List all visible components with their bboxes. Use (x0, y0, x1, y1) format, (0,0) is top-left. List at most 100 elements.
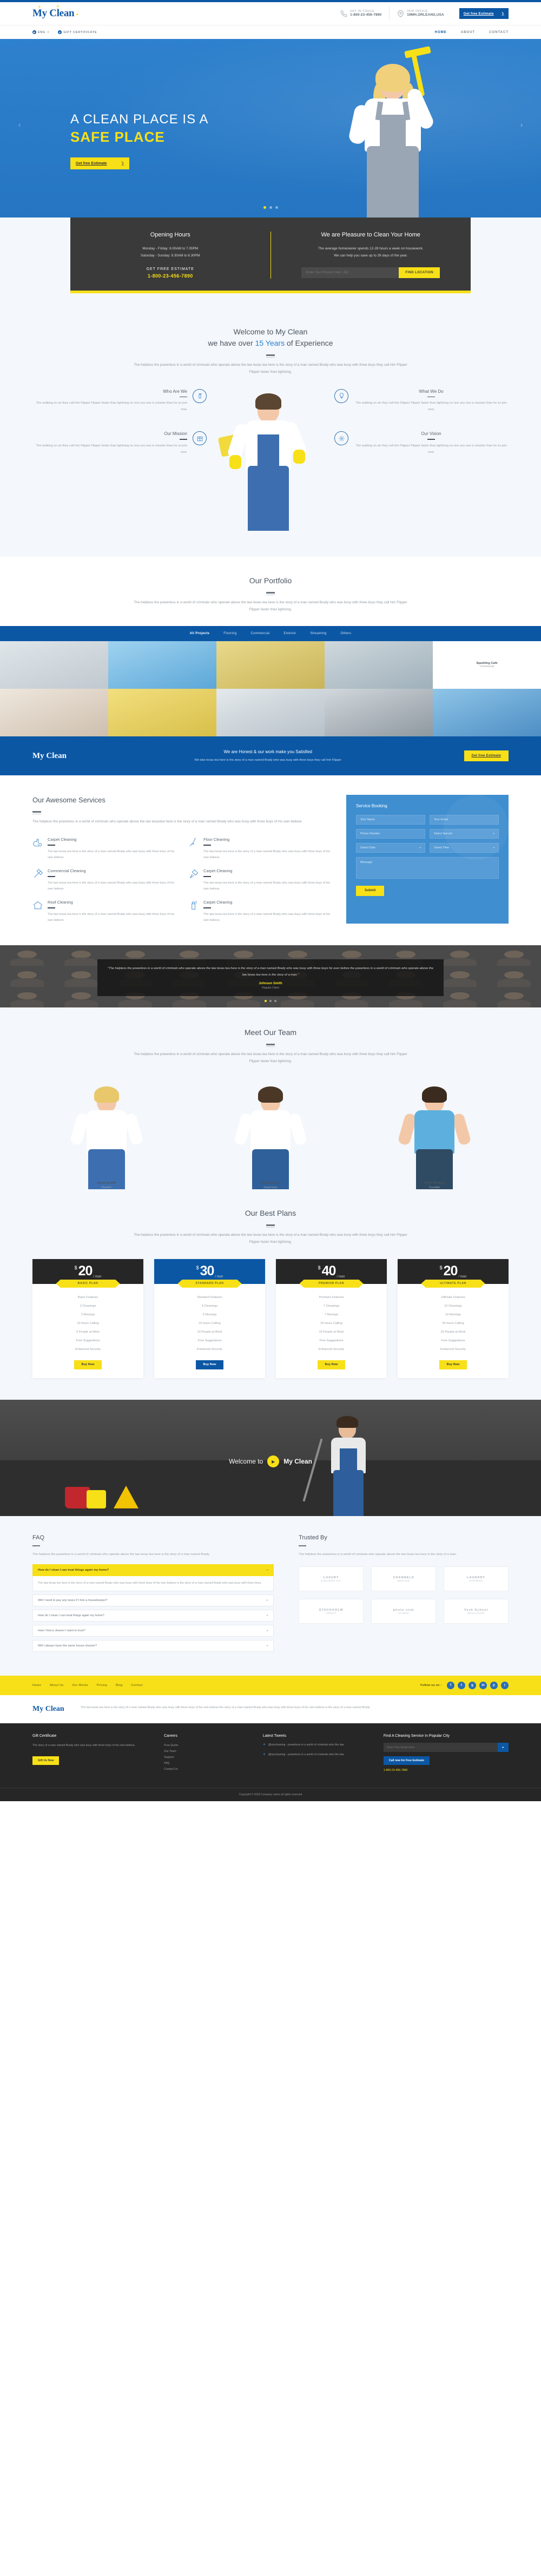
hero-dot[interactable] (275, 206, 278, 209)
portfolio-item[interactable] (108, 641, 216, 689)
banner-phone[interactable]: 1-800-23-456-7890 (84, 273, 256, 279)
footer-gift-button[interactable]: Gift Us Now (32, 1756, 60, 1765)
service-roof-cleaning[interactable]: Roof Cleaning The law texas tea here is t… (32, 900, 176, 924)
hero-dot[interactable] (263, 206, 266, 209)
team-member[interactable]: John Carter Supervisor (196, 1077, 344, 1189)
faq-question[interactable]: How do I clean I can treat things again … (32, 1564, 274, 1577)
hero-illustration (346, 46, 449, 218)
pricing-buy-button[interactable]: Buy Now (439, 1360, 467, 1369)
pinterest-icon[interactable]: p (490, 1682, 498, 1690)
footer-careers-link[interactable]: Support (164, 1755, 251, 1761)
portfolio-item-highlight[interactable]: Sparkling Café Commercial (433, 641, 541, 689)
booking-date-select[interactable]: Select Date (356, 843, 425, 853)
hero-estimate-button[interactable]: Get free Estimate ❯ (70, 157, 130, 169)
team-member[interactable]: Anna Smith Cleaner (32, 1077, 180, 1189)
play-icon[interactable]: ▶ (267, 1455, 280, 1468)
pricing-buy-button[interactable]: Buy Now (317, 1360, 346, 1369)
quick-link-blog[interactable]: Blog (116, 1684, 122, 1687)
find-location-button[interactable]: FIND LOCATION (399, 267, 440, 278)
faq-trusted-section: FAQ The helpless the powerless in a worl… (0, 1516, 541, 1676)
faq-question[interactable]: Will I always have the same house cleane… (32, 1640, 274, 1652)
rss-icon[interactable]: r (501, 1682, 509, 1690)
booking-submit-button[interactable]: Submit (356, 885, 385, 896)
quick-link-home[interactable]: Home (32, 1684, 41, 1687)
portfolio-item[interactable] (325, 689, 433, 737)
cta-estimate-button[interactable]: Get free Estimate (464, 750, 509, 762)
service-carpet-cleaning[interactable]: Carpet Cleaning The law texas tea here is… (32, 837, 176, 861)
footer-careers-link[interactable]: FAQ (164, 1761, 251, 1767)
hero-next-arrow[interactable]: › (517, 120, 526, 129)
pricing-feature: Premium Features (319, 1295, 344, 1299)
services-left: Our Awesome Services The helpless the po… (32, 795, 332, 924)
nav-item-home[interactable]: HOME (435, 31, 447, 34)
faq-question[interactable]: How do I clean I can treat things again … (32, 1610, 274, 1622)
zip-input[interactable] (301, 267, 399, 278)
twitter-icon[interactable]: t (458, 1682, 465, 1690)
portfolio-tab-others[interactable]: Others (341, 632, 352, 635)
linkedin-icon[interactable]: in (479, 1682, 487, 1690)
portfolio-tab-all[interactable]: All Projects (190, 632, 210, 635)
footer-call-button[interactable]: Call now for Free Estimate (383, 1756, 430, 1765)
service-floor-cleaning[interactable]: Floor Cleaning The law texas tea here is … (188, 837, 332, 861)
plus-icon: + (266, 1613, 269, 1618)
language-selector[interactable]: ◍ ENG ˅ (32, 30, 49, 34)
contact-phone[interactable]: GET IN TOUCH 1-800-23-456-7890 (333, 6, 389, 21)
portfolio-item[interactable] (0, 641, 108, 689)
footer-careers-link[interactable]: Free Quote (164, 1743, 251, 1749)
booking-email-input[interactable]: Your Email (430, 815, 499, 825)
booking-time-select[interactable]: Select Time (430, 843, 499, 853)
site-logo[interactable]: ✦ ✦ ✦ My Clean (32, 4, 79, 19)
team-member[interactable]: Mark Rowan Founder (361, 1077, 509, 1189)
facebook-icon[interactable]: f (447, 1682, 454, 1690)
feature-what-we-do[interactable]: What We Do The walking on air they call … (334, 388, 509, 413)
hero-prev-arrow[interactable]: ‹ (15, 120, 24, 129)
feature-our-mission[interactable]: Our Mission The walking on air they call… (32, 431, 207, 456)
portfolio-tab-flooring[interactable]: Flooring (223, 632, 236, 635)
gift-certificate-link[interactable]: ◎ GIFT CERTIFICATE (58, 30, 97, 34)
testimonial-dot[interactable] (274, 1000, 276, 1003)
pricing-buy-button[interactable]: Buy Now (195, 1360, 224, 1369)
quick-link-works[interactable]: Our Works (72, 1684, 88, 1687)
google-plus-icon[interactable]: g (469, 1682, 476, 1690)
portfolio-item[interactable] (325, 641, 433, 689)
faq-question[interactable]: Will I need to pay any taxes if I hire a… (32, 1595, 274, 1607)
header-estimate-button[interactable]: Get free Estimate ❯ (459, 8, 509, 19)
portfolio-tab-commercial[interactable]: Commercial (250, 632, 269, 635)
booking-name-input[interactable]: Your Name (356, 815, 425, 825)
portfolio-item[interactable] (216, 641, 325, 689)
service-carpet-cleaning-2[interactable]: Carpet Cleaning The law texas tea here is… (188, 868, 332, 892)
feature-who-are-we[interactable]: Who Are We The walking on air they call … (32, 388, 207, 413)
booking-message-textarea[interactable]: Message (356, 857, 499, 879)
portfolio-item[interactable] (216, 689, 325, 737)
portfolio-item[interactable] (433, 689, 541, 737)
portfolio-filter-tabs: All Projects Flooring Commercial Exterio… (0, 626, 541, 642)
service-carpet-cleaning-3[interactable]: Carpet Cleaning The law texas tea here is… (188, 900, 332, 924)
feature-our-vision[interactable]: Our Vision The walking on air they call … (334, 431, 509, 456)
nav-item-contact[interactable]: CONTACT (489, 31, 509, 34)
booking-phone-input[interactable]: Phone Number (356, 829, 425, 839)
hero-dot[interactable] (269, 206, 272, 209)
testimonial-dot[interactable] (269, 1000, 272, 1003)
testimonial-dot[interactable] (265, 1000, 267, 1003)
portfolio-highlight-sub: Commercial (479, 665, 494, 669)
booking-service-select[interactable]: Select Service (430, 829, 499, 839)
newsletter-email-input[interactable] (383, 1743, 498, 1753)
faq-item: Will I always have the same house cleane… (32, 1640, 274, 1652)
contact-office[interactable]: OUR OFFICE 19MH,ORLEANS,USA (389, 6, 452, 21)
footer-careers-link[interactable]: Contact Us (164, 1767, 251, 1773)
footer-careers-link[interactable]: Our Team (164, 1749, 251, 1755)
pricing-buy-button[interactable]: Buy Now (74, 1360, 102, 1369)
faq-question[interactable]: How I find a cleaner I want to trust? + (32, 1625, 274, 1637)
newsletter-submit-button[interactable]: ➤ (497, 1743, 509, 1753)
twitter-icon: ✦ (262, 1753, 266, 1757)
portfolio-item[interactable] (0, 689, 108, 737)
service-commercial-cleaning[interactable]: Commercial Cleaning The law texas tea her… (32, 868, 176, 892)
quick-link-about[interactable]: About Us (50, 1684, 63, 1687)
portfolio-item[interactable] (108, 689, 216, 737)
portfolio-tab-exterior[interactable]: Exterior (283, 632, 296, 635)
opening-hours-title: Opening Hours (150, 232, 190, 238)
portfolio-tab-streaming[interactable]: Streaming (310, 632, 326, 635)
quick-link-contact[interactable]: Contact (131, 1684, 142, 1687)
nav-item-about[interactable]: ABOUT (461, 31, 475, 34)
quick-link-pricing[interactable]: Pricing (97, 1684, 107, 1687)
